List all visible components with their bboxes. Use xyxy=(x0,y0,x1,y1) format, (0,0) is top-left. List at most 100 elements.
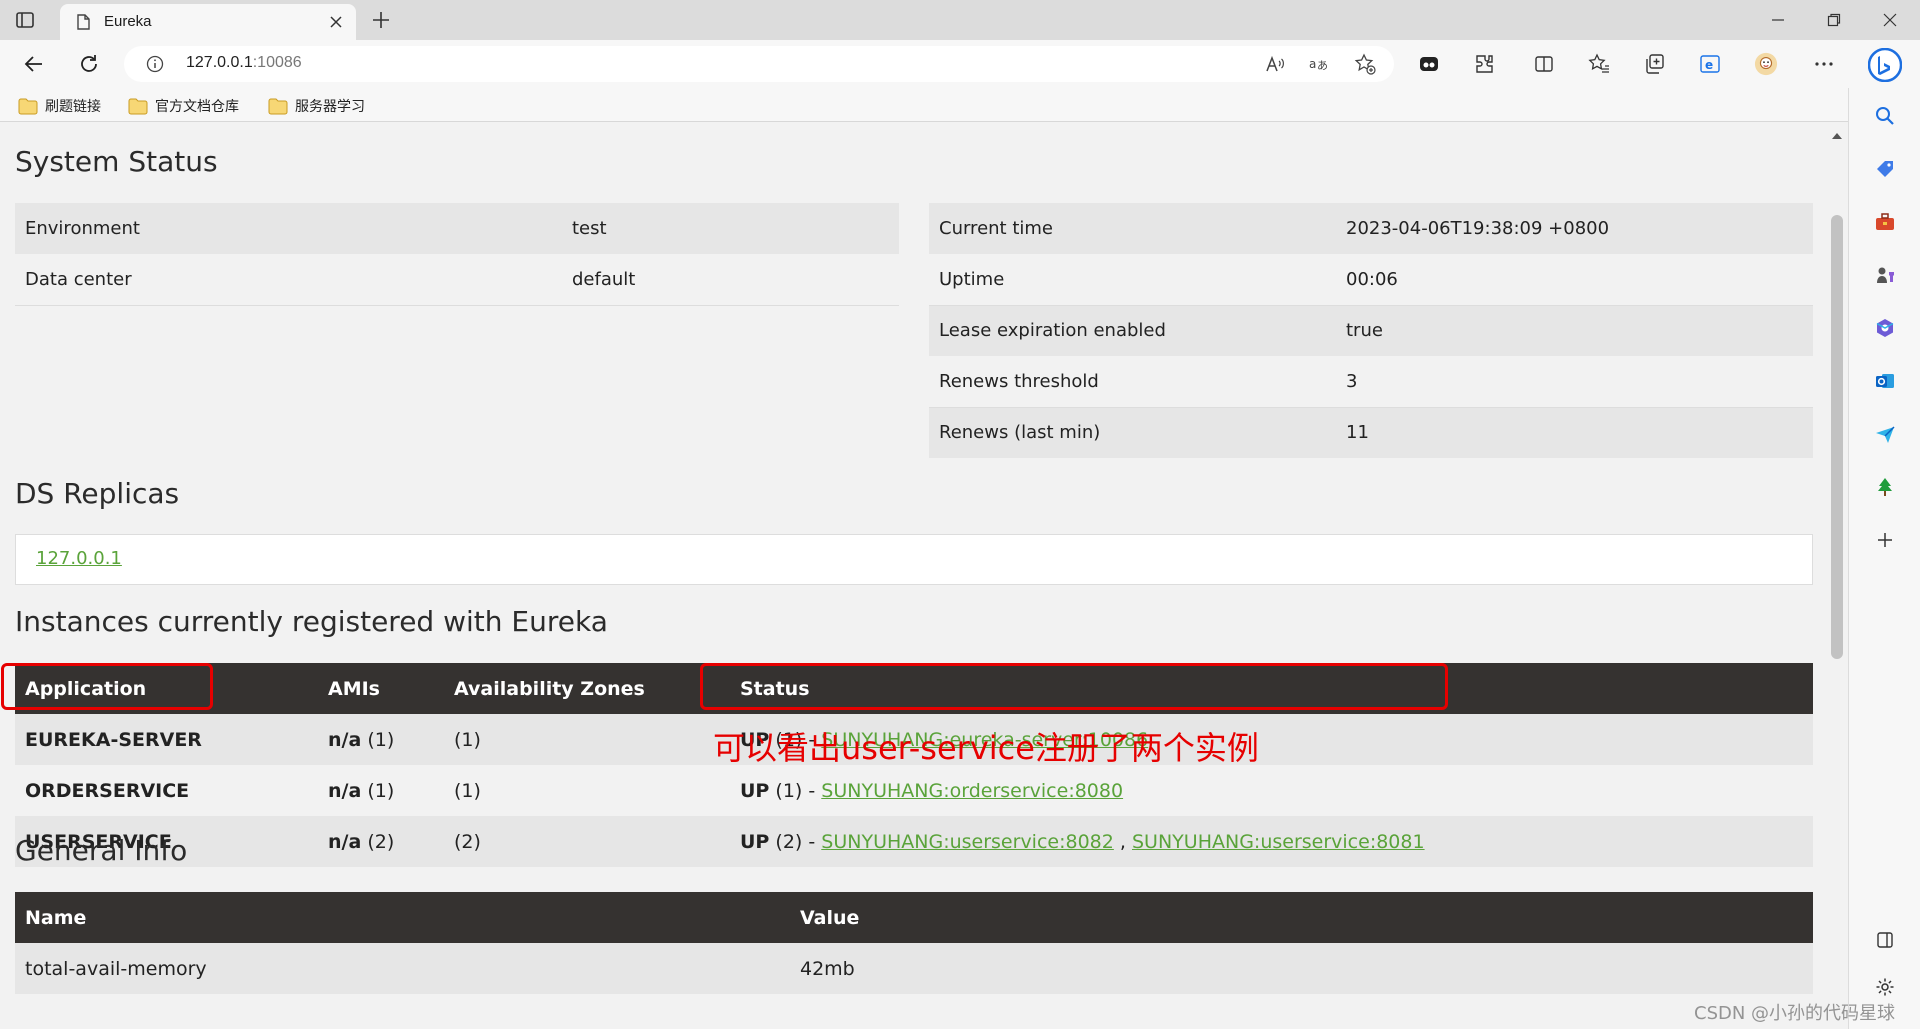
folder-icon xyxy=(128,98,148,114)
bookmark-folder-3[interactable]: 服务器学习 xyxy=(268,95,365,117)
collections-icon[interactable] xyxy=(1643,52,1667,76)
tab-strip: Eureka xyxy=(0,0,1920,40)
highlight-box-userservice-status xyxy=(700,663,1448,710)
shopping-tag-icon[interactable] xyxy=(1873,157,1897,181)
status-key: Lease expiration enabled xyxy=(929,305,1336,356)
active-tab[interactable]: Eureka xyxy=(60,4,356,40)
replica-link[interactable]: 127.0.0.1 xyxy=(36,548,122,569)
table-header-row: Name Value xyxy=(15,892,1813,943)
add-favorite-icon[interactable] xyxy=(1354,53,1376,75)
settings-gear-icon[interactable] xyxy=(1873,975,1897,999)
status-up: UP xyxy=(740,779,770,802)
bookmark-folder-2[interactable]: 官方文档仓库 xyxy=(128,95,239,117)
new-tab-icon[interactable] xyxy=(370,9,392,31)
column-header: Availability Zones xyxy=(444,663,730,714)
tab-title: Eureka xyxy=(104,13,152,30)
amis-cell: n/a (2) xyxy=(318,816,444,867)
profile-avatar-icon[interactable] xyxy=(1754,52,1778,76)
hide-sidebar-icon[interactable] xyxy=(1873,928,1897,952)
address-text: 127.0.0.1:10086 xyxy=(186,54,302,72)
edge-sidebar xyxy=(1848,88,1920,1029)
translate-icon[interactable]: aあ xyxy=(1308,53,1330,75)
info-icon[interactable] xyxy=(146,55,164,73)
bookmark-folder-1[interactable]: 刷题链接 xyxy=(18,95,101,117)
status-value: 3 xyxy=(1336,356,1813,408)
annotation-text: 可以看出user-service注册了两个实例 xyxy=(713,729,1259,767)
folder-icon xyxy=(268,98,288,114)
column-header: Name xyxy=(15,892,790,943)
status-key: Uptime xyxy=(929,254,1336,306)
restore-icon[interactable] xyxy=(1806,0,1862,40)
search-icon[interactable] xyxy=(1873,104,1897,128)
page-viewport[interactable]: System Status Environment test Data cent… xyxy=(0,123,1848,1029)
instance-link[interactable]: SUNYUHANG:userservice:8081 xyxy=(1132,831,1425,853)
ds-replicas-box: 127.0.0.1 xyxy=(15,534,1813,585)
amis-label: n/a xyxy=(328,779,362,802)
instance-link[interactable]: SUNYUHANG:orderservice:8080 xyxy=(821,780,1123,802)
games-chess-icon[interactable] xyxy=(1873,263,1897,287)
table-row: total-avail-memory 42mb xyxy=(15,943,1813,994)
vertical-scrollbar[interactable] xyxy=(1827,123,1848,1029)
status-key: Renews (last min) xyxy=(929,407,1336,458)
scroll-up-icon[interactable] xyxy=(1832,131,1842,139)
status-value: 2023-04-06T19:38:09 +0800 xyxy=(1336,203,1813,254)
bookmark-label: 刷题链接 xyxy=(45,98,101,114)
column-header: Value xyxy=(790,892,1813,943)
amis-count: (1) xyxy=(367,728,395,751)
window-close-icon[interactable] xyxy=(1862,0,1918,40)
status-key: Data center xyxy=(15,254,562,306)
bookmark-label: 官方文档仓库 xyxy=(155,98,239,114)
table-row: Data center default xyxy=(15,254,899,306)
status-key: Environment xyxy=(15,203,562,254)
table-row: Renews threshold 3 xyxy=(929,356,1813,408)
status-key: Renews threshold xyxy=(929,356,1336,408)
tree-icon[interactable] xyxy=(1873,475,1897,499)
table-row: Lease expiration enabled true xyxy=(929,305,1813,356)
status-cell: UP (2) - SUNYUHANG:userservice:8082 , SU… xyxy=(730,816,1813,867)
svg-text:あ: あ xyxy=(1317,59,1328,72)
link-separator: , xyxy=(1119,830,1126,853)
more-options-icon[interactable] xyxy=(1812,52,1836,76)
bing-copilot-icon[interactable] xyxy=(1868,48,1902,82)
amis-label: n/a xyxy=(328,728,362,751)
svg-text:e: e xyxy=(1705,58,1713,72)
extension-game-icon[interactable] xyxy=(1417,52,1441,76)
tools-briefcase-icon[interactable] xyxy=(1873,210,1897,234)
add-sidebar-app-icon[interactable] xyxy=(1873,528,1897,552)
address-bar[interactable]: 127.0.0.1:10086 aあ xyxy=(124,46,1394,82)
instances-title: Instances currently registered with Eure… xyxy=(15,605,608,638)
ie-mode-icon[interactable]: e xyxy=(1698,52,1722,76)
status-count: (2) xyxy=(775,830,803,853)
instance-link[interactable]: SUNYUHANG:userservice:8082 xyxy=(821,831,1114,853)
table-row: Current time 2023-04-06T19:38:09 +0800 xyxy=(929,203,1813,254)
bookmark-label: 服务器学习 xyxy=(295,98,365,114)
address-host: 127.0.0.1 xyxy=(186,54,253,71)
read-aloud-icon[interactable] xyxy=(1264,53,1286,75)
close-icon[interactable] xyxy=(328,14,344,30)
address-port: :10086 xyxy=(252,54,302,71)
system-status-right-table: Current time 2023-04-06T19:38:09 +0800 U… xyxy=(929,203,1813,458)
back-icon[interactable] xyxy=(22,52,46,76)
tab-actions-icon[interactable] xyxy=(14,9,36,31)
outlook-icon[interactable] xyxy=(1873,369,1897,393)
favorites-icon[interactable] xyxy=(1587,52,1611,76)
split-screen-icon[interactable] xyxy=(1532,52,1556,76)
general-info-title: General Info xyxy=(15,834,188,867)
extensions-icon[interactable] xyxy=(1472,52,1496,76)
column-header: AMIs xyxy=(318,663,444,714)
application-name: ORDERSERVICE xyxy=(15,765,318,816)
drop-send-icon[interactable] xyxy=(1873,422,1897,446)
microsoft-365-icon[interactable] xyxy=(1873,316,1897,340)
status-value: test xyxy=(562,203,899,254)
highlight-box-userservice xyxy=(1,663,213,710)
svg-text:a: a xyxy=(1309,57,1316,71)
zones-cell: (1) xyxy=(444,714,730,765)
refresh-icon[interactable] xyxy=(77,52,101,76)
status-separator: - xyxy=(808,830,816,853)
application-name: EUREKA-SERVER xyxy=(15,714,318,765)
scrollbar-thumb[interactable] xyxy=(1831,215,1843,659)
minimize-icon[interactable] xyxy=(1750,0,1806,40)
general-info-table: Name Value total-avail-memory 42mb xyxy=(15,892,1813,994)
folder-icon xyxy=(18,98,38,114)
table-row: Uptime 00:06 xyxy=(929,254,1813,306)
